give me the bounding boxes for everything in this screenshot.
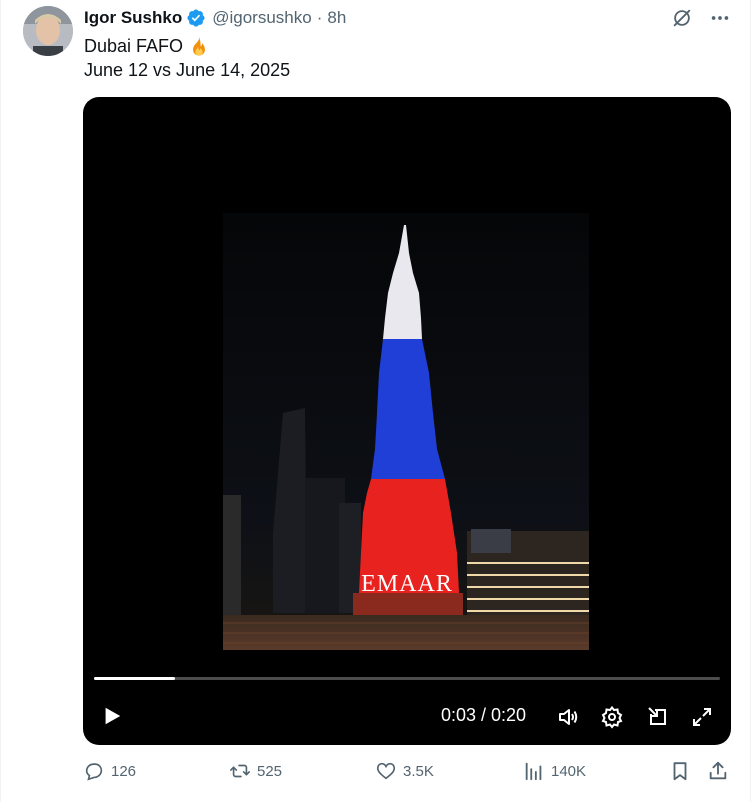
video-frame: EMAAR bbox=[223, 213, 589, 650]
post-text: Dubai FAFO bbox=[84, 35, 184, 56]
fire-emoji-icon bbox=[188, 35, 210, 57]
repost-count: 525 bbox=[257, 762, 283, 780]
repost-button[interactable]: 525 bbox=[229, 760, 282, 782]
overlay-text: EMAAR bbox=[361, 571, 453, 597]
reply-icon bbox=[83, 760, 105, 782]
post-card[interactable]: Igor Sushko @igorsushko · 8h Dubai FAFO bbox=[0, 0, 751, 802]
share-button[interactable] bbox=[707, 760, 735, 782]
reply-count: 126 bbox=[111, 762, 137, 780]
video-player[interactable]: EMAAR 0:03 / 0:20 bbox=[83, 97, 731, 745]
progress-fill bbox=[94, 677, 176, 680]
author-name[interactable]: Igor Sushko bbox=[84, 8, 182, 28]
like-button[interactable]: 3.5K bbox=[375, 760, 434, 782]
volume-icon[interactable] bbox=[555, 704, 581, 730]
video-timecode: 0:03 / 0:20 bbox=[441, 705, 527, 725]
reply-button[interactable]: 126 bbox=[83, 760, 136, 782]
timestamp[interactable]: 8h bbox=[327, 8, 346, 28]
view-count: 140K bbox=[551, 762, 587, 780]
share-icon bbox=[707, 760, 729, 782]
like-count: 3.5K bbox=[403, 762, 434, 780]
video-progress-bar[interactable] bbox=[94, 677, 720, 680]
author-handle[interactable]: @igorsushko bbox=[212, 8, 311, 28]
separator: · bbox=[316, 8, 323, 27]
like-icon bbox=[375, 760, 397, 782]
bookmark-icon bbox=[669, 760, 691, 782]
grok-icon[interactable] bbox=[670, 6, 694, 30]
settings-icon[interactable] bbox=[599, 704, 625, 730]
more-icon[interactable] bbox=[708, 6, 732, 30]
avatar[interactable] bbox=[23, 6, 73, 56]
post-text-line-2: June 12 vs June 14, 2025 bbox=[84, 60, 291, 80]
views-icon bbox=[523, 760, 545, 782]
post-actions: 126 525 3.5K 140K bbox=[83, 760, 731, 788]
bookmark-button[interactable] bbox=[669, 760, 697, 782]
post-text-line-1: Dubai FAFO bbox=[84, 35, 210, 57]
fullscreen-icon[interactable] bbox=[689, 704, 715, 730]
video-controls: 0:03 / 0:20 bbox=[83, 697, 731, 737]
views-button[interactable]: 140K bbox=[523, 760, 586, 782]
verified-badge-icon bbox=[186, 8, 206, 28]
repost-icon bbox=[229, 760, 251, 782]
dock-icon[interactable] bbox=[645, 704, 671, 730]
play-icon[interactable] bbox=[99, 703, 125, 729]
